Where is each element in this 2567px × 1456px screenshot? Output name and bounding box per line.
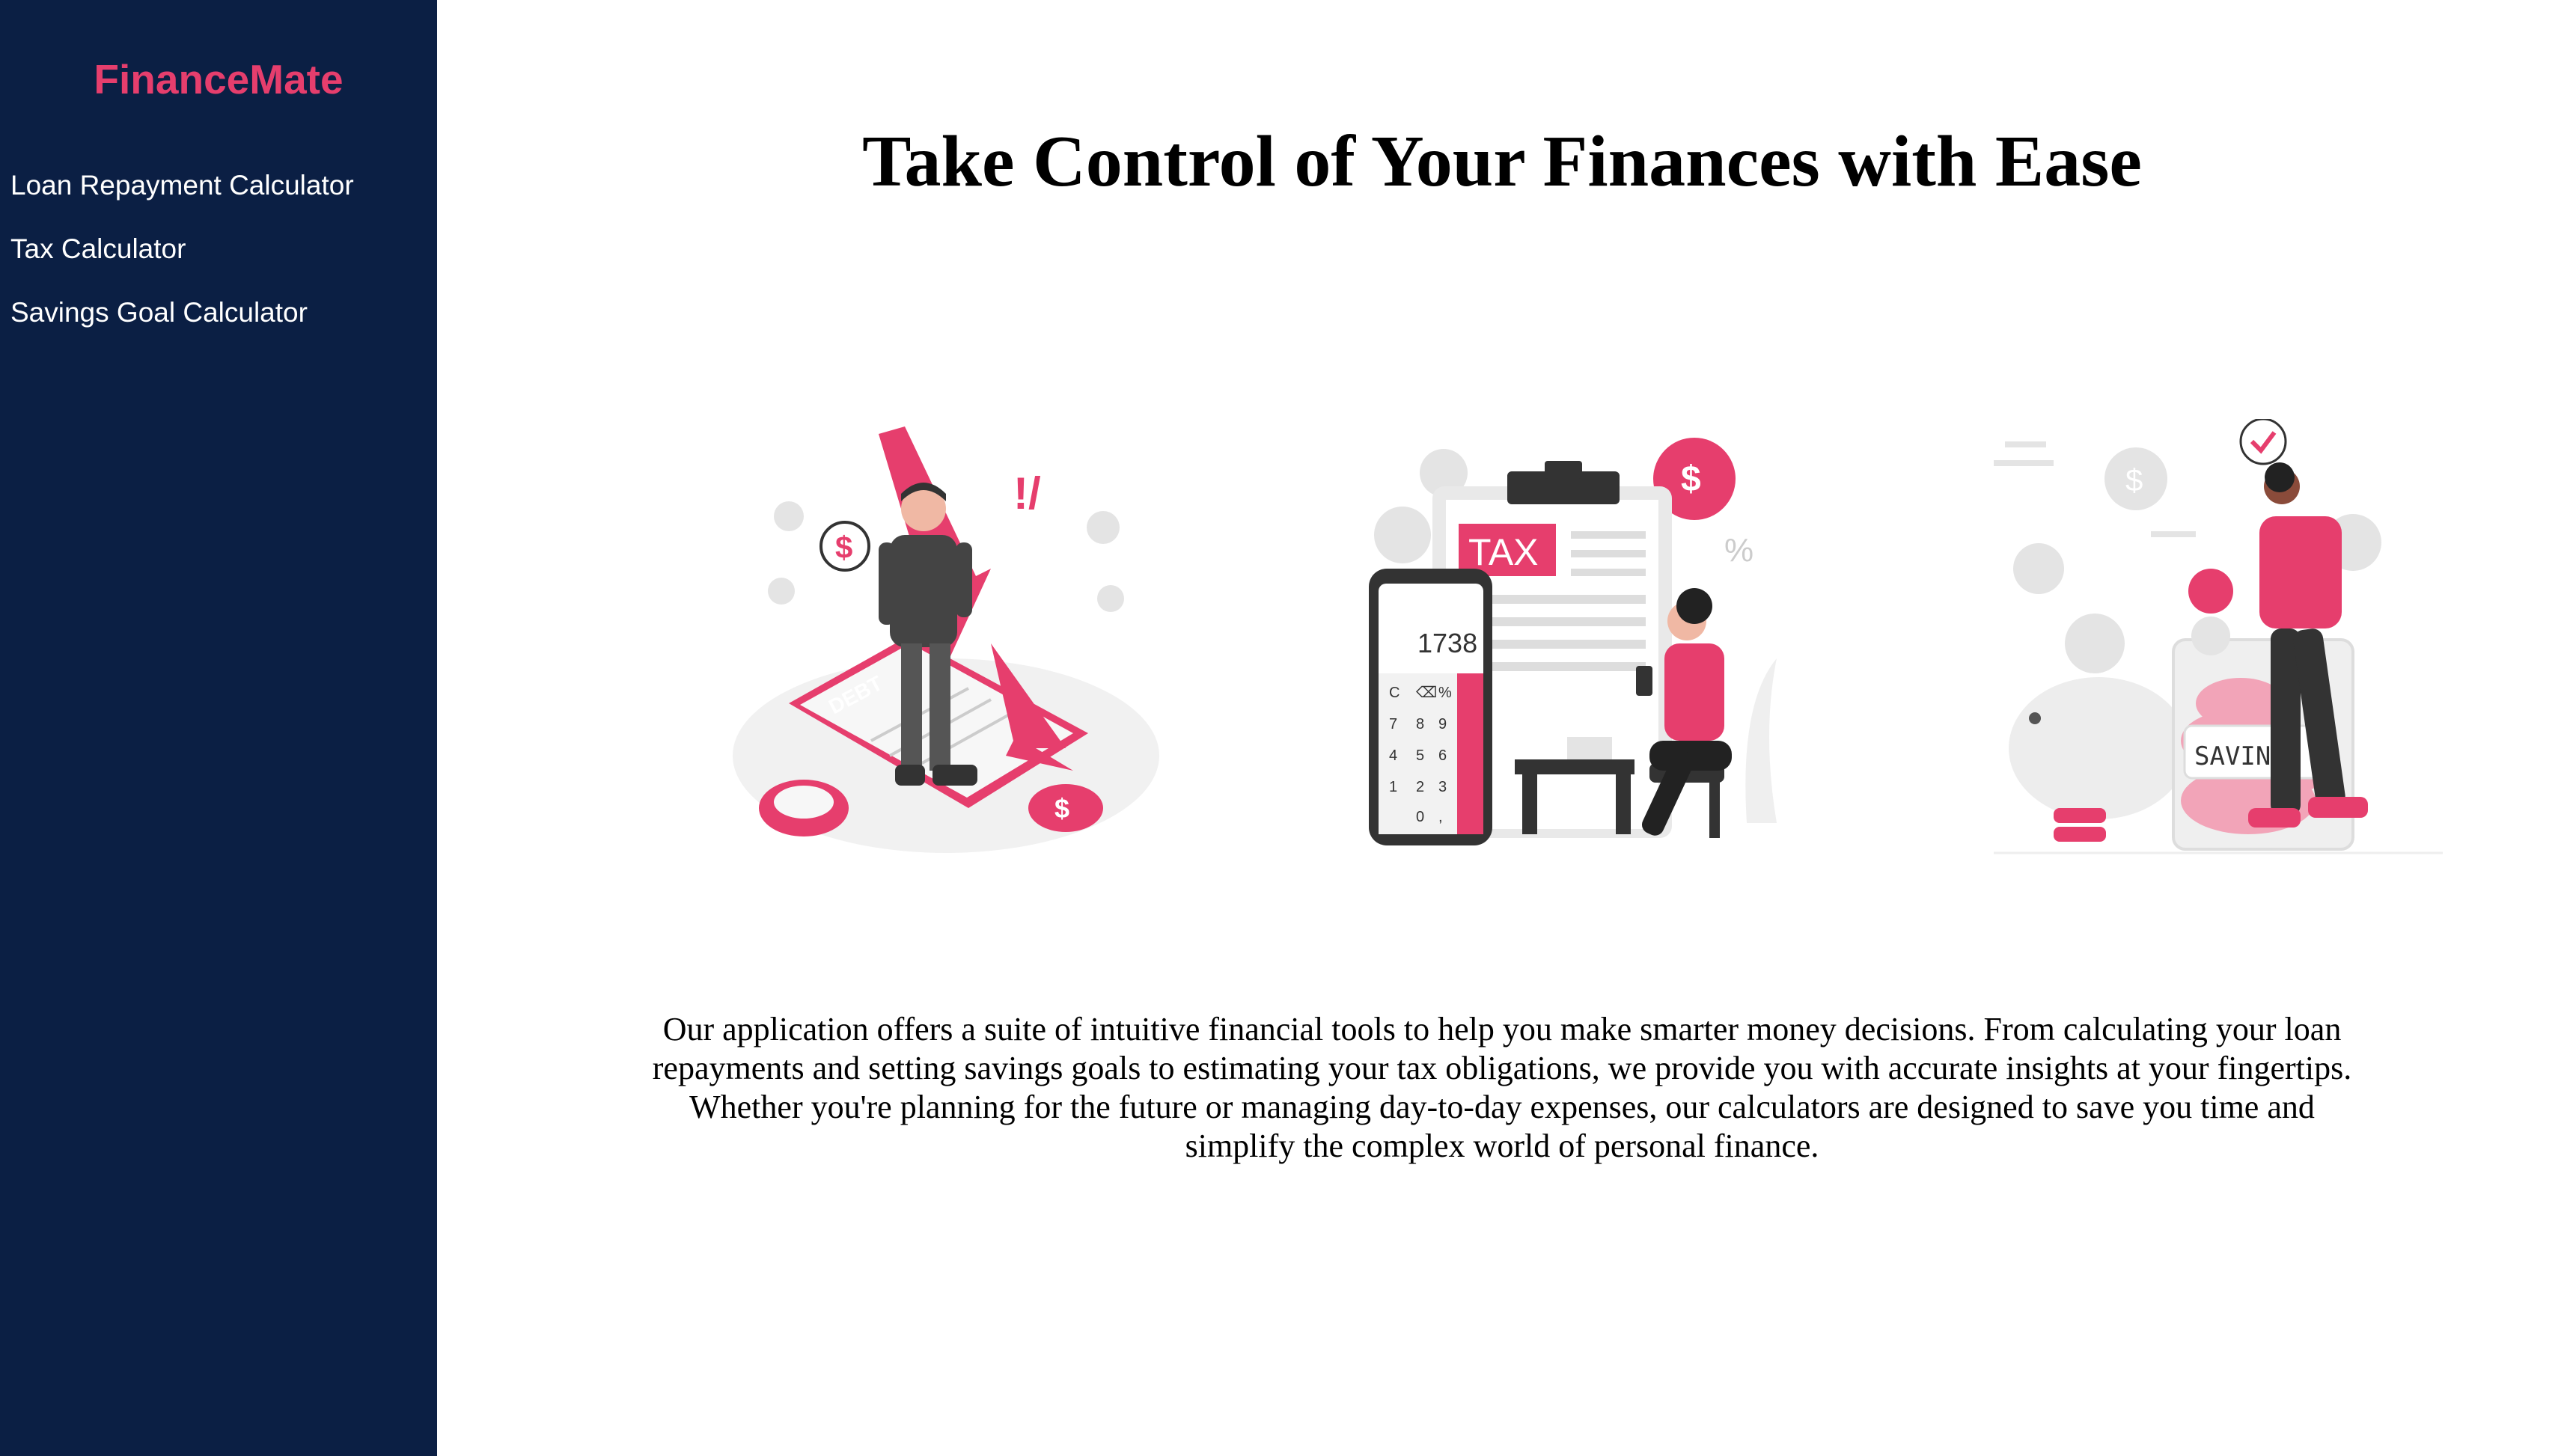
svg-text:!/: !/	[1013, 468, 1041, 519]
svg-text:0: 0	[1416, 809, 1424, 825]
tax-illustration: $ % TAX 1738 C ⌫% 7 89 4 56 1 23 0 ,	[1358, 419, 1807, 868]
sidebar-nav: Loan Repayment Calculator Tax Calculator…	[10, 163, 354, 354]
sidebar-item-loan-repayment-calculator[interactable]: Loan Repayment Calculator	[10, 163, 354, 227]
svg-text:C: C	[1389, 685, 1400, 701]
page-title: Take Control of Your Finances with Ease	[862, 121, 2142, 202]
svg-text:2: 2	[1416, 779, 1424, 795]
svg-text:9: 9	[1438, 716, 1447, 732]
svg-text:6: 6	[1438, 747, 1447, 764]
svg-text:7: 7	[1389, 716, 1397, 732]
tax-illustration-graphic: $ % TAX 1738 C ⌫% 7 89 4 56 1 23 0 ,	[1369, 438, 1777, 845]
svg-text:,: ,	[1438, 809, 1443, 825]
svg-text:4: 4	[1389, 747, 1397, 764]
debt-illustration-graphic: DEBT $ !/ $	[733, 426, 1159, 853]
calculator-display: 1738	[1417, 628, 1477, 658]
app-description: Our application offers a suite of intuit…	[652, 1011, 2352, 1164]
savings-illustration-graphic: $ SAVINGS	[1994, 419, 2443, 854]
svg-text:1: 1	[1389, 779, 1397, 795]
svg-text:3: 3	[1438, 779, 1447, 795]
sidebar-item-savings-goal-calculator[interactable]: Savings Goal Calculator	[10, 290, 354, 354]
brand-logo[interactable]: FinanceMate	[0, 55, 437, 103]
svg-text:%: %	[1724, 532, 1753, 569]
svg-text:$: $	[835, 530, 852, 565]
svg-text:$: $	[1681, 459, 1701, 499]
svg-text:8: 8	[1416, 716, 1424, 732]
sidebar-item-tax-calculator[interactable]: Tax Calculator	[10, 227, 354, 290]
svg-text:$: $	[1054, 793, 1069, 824]
savings-illustration: $ SAVINGS	[1994, 419, 2443, 868]
debt-illustration: DEBT $ !/ $	[721, 419, 1170, 868]
svg-text:%: %	[1438, 685, 1452, 701]
svg-text:5: 5	[1416, 747, 1424, 764]
tax-tag: TAX	[1468, 531, 1539, 573]
main-content: Take Control of Your Finances with Ease …	[437, 0, 2567, 1456]
svg-text:⌫: ⌫	[1416, 685, 1437, 701]
sidebar: FinanceMate Loan Repayment Calculator Ta…	[0, 0, 437, 1456]
svg-text:$: $	[2125, 462, 2143, 498]
